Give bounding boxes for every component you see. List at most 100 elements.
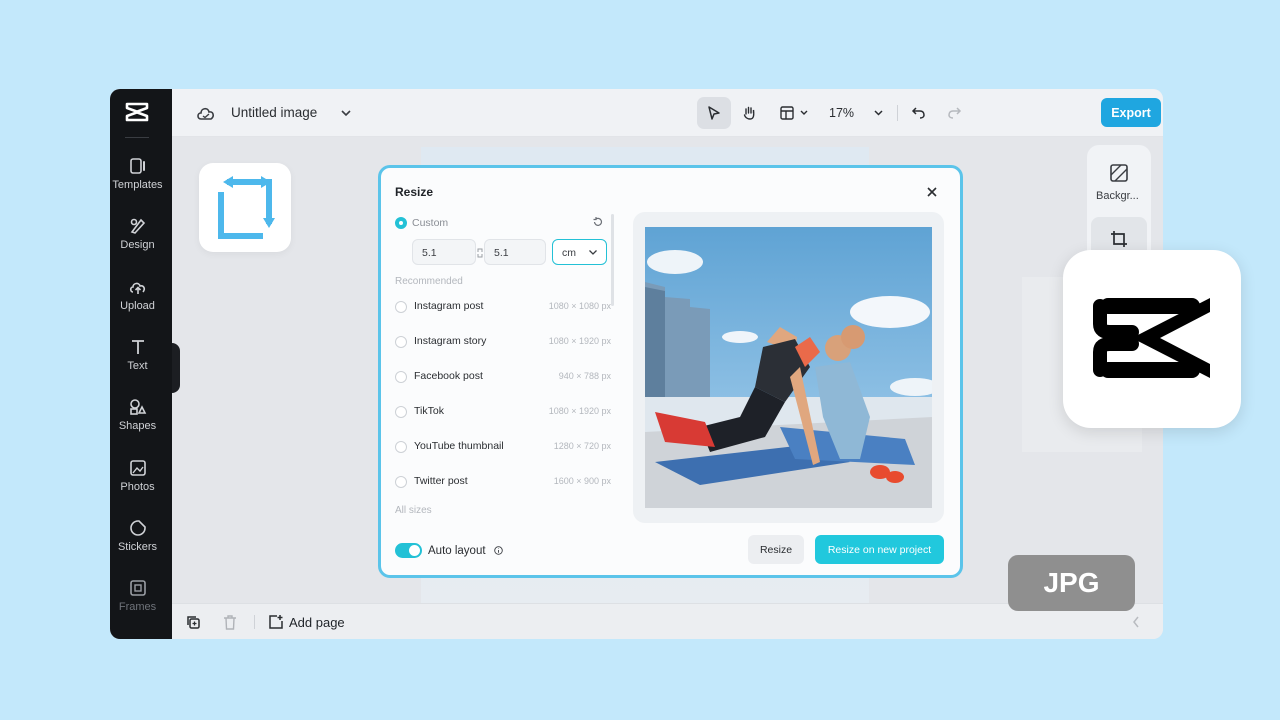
frames-icon bbox=[129, 580, 146, 596]
sidebar: Templates Design Upload Text Shapes Phot… bbox=[110, 89, 172, 639]
stickers-icon bbox=[129, 520, 146, 536]
size-option[interactable]: Facebook post 940 × 788 px bbox=[395, 367, 611, 387]
top-toolbar: Untitled image 17% Export bbox=[172, 89, 1163, 137]
sidebar-collapse-handle[interactable] bbox=[172, 343, 180, 393]
background-label[interactable]: Backgr... bbox=[1096, 190, 1139, 202]
info-icon[interactable] bbox=[494, 546, 503, 555]
size-dims: 940 × 788 px bbox=[558, 371, 611, 381]
sidebar-item-label: Upload bbox=[120, 300, 155, 312]
export-button[interactable]: Export bbox=[1101, 98, 1161, 127]
close-icon[interactable] bbox=[925, 185, 939, 199]
size-dims: 1080 × 1920 px bbox=[548, 336, 611, 346]
trash-icon[interactable] bbox=[223, 615, 237, 630]
undo-icon[interactable] bbox=[911, 105, 926, 120]
size-name: TikTok bbox=[414, 405, 444, 417]
sidebar-item-stickers[interactable]: Stickers bbox=[110, 516, 165, 570]
height-input[interactable]: 5.1 bbox=[484, 239, 546, 265]
select-tool-button[interactable] bbox=[697, 97, 731, 129]
duplicate-page-icon[interactable] bbox=[186, 615, 201, 630]
size-option[interactable]: TikTok 1080 × 1920 px bbox=[395, 402, 611, 422]
size-dims: 1080 × 1920 px bbox=[548, 406, 611, 416]
size-dims: 1600 × 900 px bbox=[553, 476, 611, 486]
zoom-level[interactable]: 17% bbox=[829, 106, 854, 120]
size-radio[interactable] bbox=[395, 371, 407, 383]
recommended-label: Recommended bbox=[395, 276, 463, 287]
sidebar-item-shapes[interactable]: Shapes bbox=[110, 395, 165, 449]
chevron-down-icon[interactable] bbox=[340, 108, 352, 118]
add-page-label: Add page bbox=[289, 614, 345, 630]
chevron-down-icon[interactable] bbox=[799, 109, 809, 117]
size-radio[interactable] bbox=[395, 406, 407, 418]
sidebar-item-text[interactable]: Text bbox=[110, 335, 165, 389]
size-option[interactable]: Twitter post 1600 × 900 px bbox=[395, 472, 611, 492]
cloud-sync-icon[interactable] bbox=[196, 104, 216, 122]
preview-panel bbox=[633, 212, 944, 523]
size-name: Instagram story bbox=[414, 335, 487, 347]
capcut-logo-icon[interactable] bbox=[124, 99, 150, 125]
dialog-title: Resize bbox=[395, 185, 434, 199]
link-ratio-icon[interactable] bbox=[477, 248, 483, 258]
resize-icon bbox=[1111, 231, 1127, 247]
document-title[interactable]: Untitled image bbox=[231, 105, 317, 120]
size-radio[interactable] bbox=[395, 476, 407, 488]
capcut-logo-icon bbox=[1093, 298, 1210, 378]
auto-layout-toggle[interactable] bbox=[395, 543, 422, 558]
resize-new-project-button[interactable]: Resize on new project bbox=[815, 535, 944, 564]
preview-photo bbox=[645, 227, 932, 508]
custom-radio[interactable] bbox=[395, 217, 407, 229]
resize-feature-badge bbox=[199, 163, 291, 252]
add-page-button[interactable]: Add page bbox=[268, 604, 345, 639]
sidebar-item-photos[interactable]: Photos bbox=[110, 456, 165, 510]
templates-icon bbox=[129, 158, 145, 174]
resize-button[interactable]: Resize bbox=[748, 535, 804, 564]
sidebar-item-templates[interactable]: Templates bbox=[110, 154, 165, 208]
sidebar-item-label: Templates bbox=[112, 179, 163, 191]
resize-dialog: Resize Custom 5.1 5.1 cm Recommended Ins… bbox=[378, 165, 963, 578]
sidebar-item-label: Shapes bbox=[118, 420, 157, 432]
size-name: Instagram post bbox=[414, 300, 484, 312]
sidebar-item-label: Stickers bbox=[117, 541, 158, 553]
size-option[interactable]: Instagram story 1080 × 1920 px bbox=[395, 332, 611, 352]
jpg-format-badge: JPG bbox=[1008, 555, 1135, 611]
sidebar-divider bbox=[125, 137, 149, 138]
add-page-icon bbox=[269, 615, 283, 629]
width-input[interactable]: 5.1 bbox=[412, 239, 476, 265]
auto-layout-label: Auto layout bbox=[428, 545, 486, 557]
unit-value: cm bbox=[562, 247, 576, 259]
size-name: Facebook post bbox=[414, 370, 483, 382]
size-radio[interactable] bbox=[395, 301, 407, 313]
reset-icon[interactable] bbox=[592, 216, 604, 228]
size-name: Twitter post bbox=[414, 475, 468, 487]
cloud-upload-icon bbox=[129, 282, 145, 294]
hand-tool-icon[interactable] bbox=[742, 105, 758, 121]
size-dims: 1280 × 720 px bbox=[553, 441, 611, 451]
redo-icon[interactable] bbox=[947, 105, 962, 120]
size-option[interactable]: Instagram post 1080 × 1080 px bbox=[395, 297, 611, 317]
toolbar-divider bbox=[897, 105, 898, 121]
chevron-down-icon bbox=[589, 250, 597, 255]
size-name: YouTube thumbnail bbox=[414, 440, 504, 452]
bottom-divider bbox=[254, 615, 255, 629]
sidebar-item-frames[interactable]: Frames bbox=[110, 576, 165, 630]
chevron-left-icon[interactable] bbox=[1132, 616, 1140, 628]
list-scrollbar[interactable] bbox=[611, 214, 614, 306]
photos-icon bbox=[129, 460, 146, 476]
layout-icon[interactable] bbox=[779, 105, 795, 121]
sidebar-item-label: Photos bbox=[120, 481, 155, 493]
all-sizes-link[interactable]: All sizes bbox=[395, 505, 432, 516]
capcut-logo-badge bbox=[1063, 250, 1241, 428]
size-radio[interactable] bbox=[395, 336, 407, 348]
background-icon[interactable] bbox=[1109, 163, 1129, 183]
cursor-arrow-icon bbox=[708, 106, 720, 120]
design-icon bbox=[130, 218, 145, 234]
unit-select[interactable]: cm bbox=[552, 239, 607, 265]
sidebar-item-design[interactable]: Design bbox=[110, 214, 165, 268]
sidebar-item-upload[interactable]: Upload bbox=[110, 275, 165, 329]
size-option[interactable]: YouTube thumbnail 1280 × 720 px bbox=[395, 437, 611, 457]
zoom-chevron-down-icon[interactable] bbox=[873, 109, 884, 117]
text-icon bbox=[131, 340, 144, 354]
shapes-icon bbox=[129, 399, 146, 415]
sidebar-item-label: Design bbox=[120, 239, 155, 251]
size-radio[interactable] bbox=[395, 441, 407, 453]
custom-label: Custom bbox=[412, 217, 449, 229]
